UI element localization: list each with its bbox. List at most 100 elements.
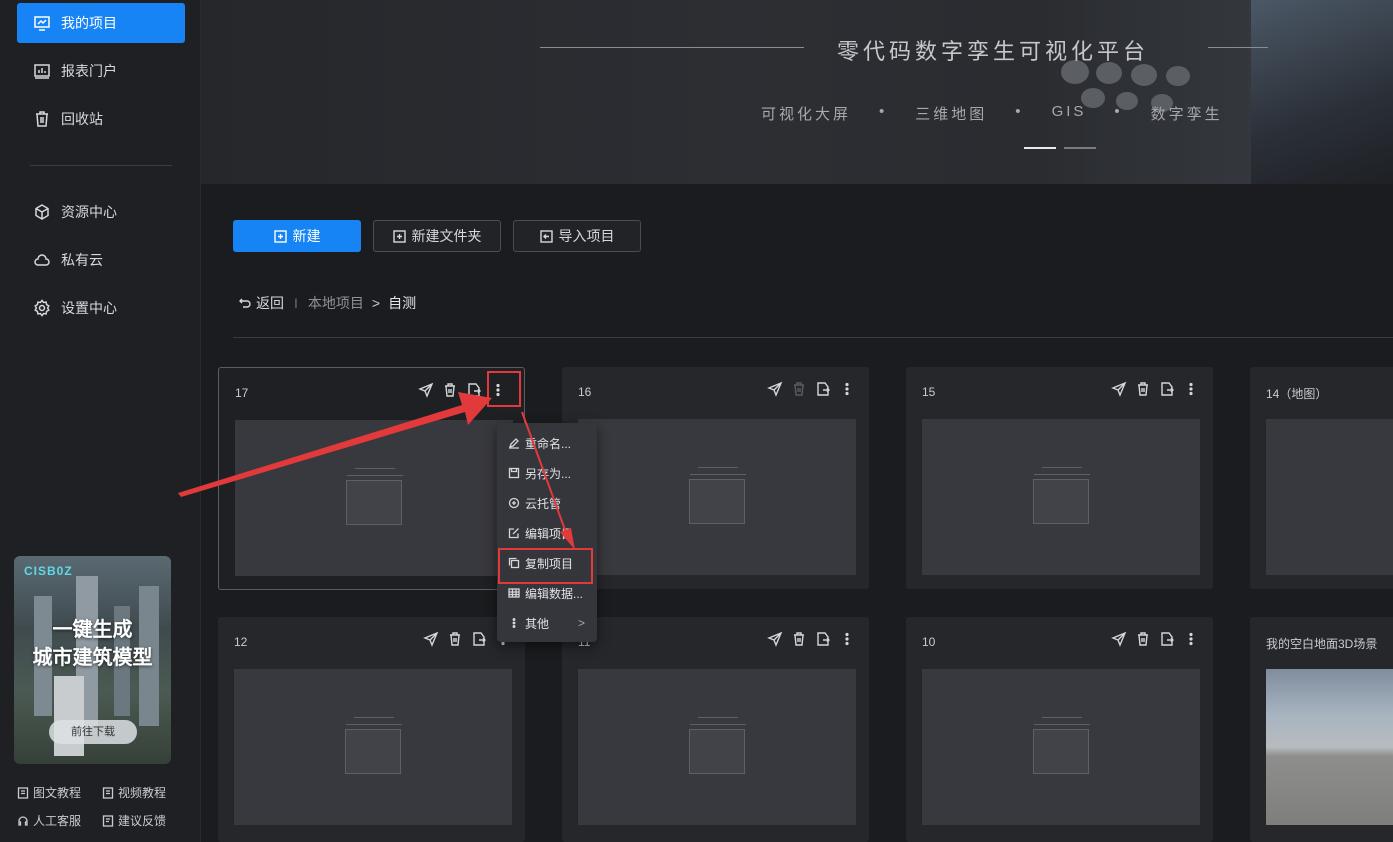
send-icon[interactable]	[1111, 631, 1127, 647]
trash-icon[interactable]	[1135, 631, 1151, 647]
project-thumbnail[interactable]	[235, 420, 513, 576]
send-icon[interactable]	[418, 382, 434, 398]
send-icon[interactable]	[1111, 381, 1127, 397]
carousel-indicator[interactable]	[1064, 147, 1096, 149]
project-card-title: 我的空白地面3D场景	[1266, 637, 1378, 651]
more-vertical-icon[interactable]	[839, 631, 855, 647]
banner-tags: 可视化大屏 • 三维地图 • GIS • 数字孪生	[761, 103, 1223, 124]
project-card-title: 10	[922, 635, 936, 649]
trash-icon[interactable]	[791, 631, 807, 647]
new-button[interactable]: 新建	[233, 220, 361, 252]
project-card[interactable]: 12	[218, 617, 525, 842]
help-link-video[interactable]: 视频教程	[102, 784, 166, 801]
content-divider	[233, 337, 1393, 338]
help-link-label: 建议反馈	[118, 814, 167, 828]
sidebar-item-my-projects[interactable]: 我的项目	[17, 3, 185, 43]
help-link-label: 视频教程	[118, 786, 167, 800]
export-icon[interactable]	[1159, 631, 1175, 647]
menu-item-edit-project[interactable]: 编辑项目	[497, 518, 597, 548]
breadcrumb: 返回 I 本地项目 > 自测	[238, 293, 416, 313]
new-folder-button-label: 新建文件夹	[411, 228, 482, 244]
menu-item-cloud-host[interactable]: 云托管	[497, 488, 597, 518]
save-icon	[508, 467, 520, 479]
help-link-feedback[interactable]: 建议反馈	[102, 812, 166, 829]
trash-icon[interactable]	[1135, 381, 1151, 397]
promo-download-button[interactable]: 前往下载	[49, 720, 137, 744]
export-icon[interactable]	[815, 631, 831, 647]
project-thumbnail[interactable]	[1266, 669, 1393, 825]
project-thumbnail[interactable]	[922, 669, 1200, 825]
menu-item-other[interactable]: 其他 >	[497, 608, 597, 638]
more-vertical-icon	[512, 618, 516, 628]
breadcrumb-local-projects[interactable]: 本地项目	[308, 293, 364, 313]
project-thumbnail[interactable]	[1266, 419, 1393, 575]
new-folder-button[interactable]: 新建文件夹	[373, 220, 501, 252]
back-link[interactable]: 返回	[238, 293, 284, 313]
help-link-support[interactable]: 人工客服	[17, 812, 81, 829]
promo-title-line: 城市建筑模型	[32, 647, 153, 669]
sidebar-item-settings[interactable]: 设置中心	[17, 288, 185, 328]
banner-city-art	[1251, 0, 1393, 184]
menu-item-label: 其他	[525, 616, 550, 631]
carousel-indicator-active[interactable]	[1024, 147, 1056, 149]
context-menu: 重命名... 另存为... 云托管 编辑项目 复制项目 编辑数据... 其他 >	[497, 423, 597, 642]
more-vertical-icon[interactable]	[839, 381, 855, 397]
project-card[interactable]: 16	[562, 367, 869, 589]
export-icon[interactable]	[1159, 381, 1175, 397]
project-card[interactable]: 10	[906, 617, 1213, 842]
sidebar-item-private-cloud[interactable]: 私有云	[17, 240, 185, 280]
banner-tag: 数字孪生	[1150, 106, 1223, 123]
card-tools	[767, 631, 855, 647]
edit-icon	[508, 528, 519, 539]
sidebar-item-label: 私有云	[61, 252, 103, 268]
menu-item-label: 另存为...	[525, 466, 572, 481]
project-card[interactable]: 我的空白地面3D场景	[1250, 617, 1393, 842]
menu-item-save-as[interactable]: 另存为...	[497, 458, 597, 488]
cloud-icon	[34, 254, 50, 266]
project-thumbnail[interactable]	[234, 669, 512, 825]
sidebar-item-label: 回收站	[61, 111, 103, 127]
project-card[interactable]: 11	[562, 617, 869, 842]
sidebar-item-report-portal[interactable]: 报表门户	[17, 51, 185, 91]
import-project-button[interactable]: 导入项目	[513, 220, 641, 252]
card-tools	[1111, 631, 1199, 647]
project-thumbnail[interactable]	[578, 669, 856, 825]
back-link-label: 返回	[256, 295, 284, 311]
table-icon	[508, 588, 520, 598]
banner-tag: 可视化大屏	[761, 106, 852, 123]
breadcrumb-current: 自测	[388, 295, 417, 311]
cube-icon	[35, 204, 49, 220]
send-icon[interactable]	[767, 381, 783, 397]
help-link-tutorial[interactable]: 图文教程	[17, 784, 81, 801]
project-card[interactable]: 17	[218, 367, 525, 590]
menu-item-rename[interactable]: 重命名...	[497, 428, 597, 458]
banner-tag-dot: •	[879, 103, 888, 120]
trash-icon[interactable]	[447, 631, 463, 647]
new-button-label: 新建	[292, 228, 321, 244]
export-icon[interactable]	[466, 382, 482, 398]
export-icon[interactable]	[815, 381, 831, 397]
project-thumbnail[interactable]	[578, 419, 856, 575]
pencil-icon	[508, 438, 519, 449]
project-thumbnail[interactable]	[922, 419, 1200, 575]
help-link-label: 图文教程	[33, 786, 82, 800]
sidebar-item-resource-center[interactable]: 资源中心	[17, 192, 185, 232]
send-icon[interactable]	[423, 631, 439, 647]
breadcrumb-separator: I	[294, 295, 298, 311]
export-icon[interactable]	[471, 631, 487, 647]
promo-logo: CISB0Z	[24, 564, 73, 578]
more-vertical-icon[interactable]	[1183, 381, 1199, 397]
app: 我的项目 报表门户 回收站 资源中心 私有云 设置中心 CISB0Z 一键生成 …	[0, 0, 1393, 842]
sidebar-item-recycle-bin[interactable]: 回收站	[17, 99, 185, 139]
sidebar-item-label: 报表门户	[61, 63, 117, 79]
project-card[interactable]: 15	[906, 367, 1213, 589]
promo-banner[interactable]: CISB0Z 一键生成 城市建筑模型 前往下载	[14, 556, 171, 764]
project-card[interactable]: 14（地图）	[1250, 367, 1393, 589]
banner-subtitle: 零代码数字孪生可视化平台	[837, 39, 1150, 64]
more-vertical-icon[interactable]	[1183, 631, 1199, 647]
banner-tag: GIS	[1051, 103, 1087, 120]
trash-icon[interactable]	[442, 382, 458, 398]
send-icon[interactable]	[767, 631, 783, 647]
doc-icon	[17, 786, 29, 799]
promo-title: 一键生成 城市建筑模型	[14, 616, 171, 672]
